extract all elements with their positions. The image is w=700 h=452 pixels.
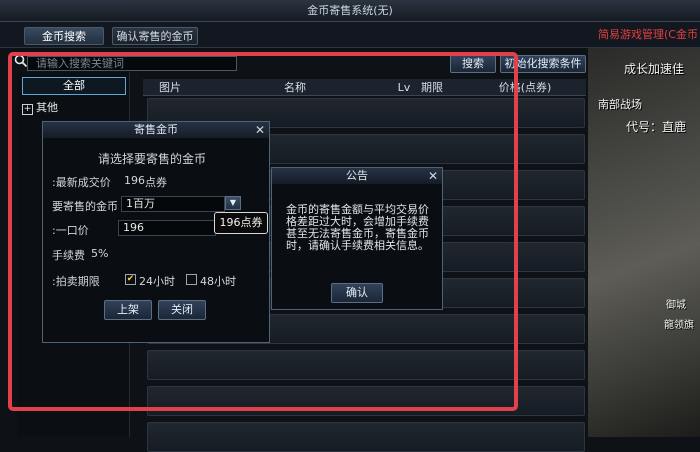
game-text-battlefield: 南部战场	[598, 98, 642, 111]
game-text-city: 御城	[666, 300, 686, 311]
game-text-codename: 代号：直鹿	[626, 120, 687, 134]
game-text-dragon: 龍领旗	[664, 320, 694, 331]
tab-gold-search[interactable]: 金币搜索	[24, 27, 104, 45]
tab-confirm-consigned-gold[interactable]: 确认寄售的金币	[112, 27, 198, 45]
window-title: 金币寄售系统(无)	[0, 0, 700, 22]
tab-bar	[0, 22, 700, 48]
game-text-growth: 成长加速佳	[624, 62, 685, 76]
table-row[interactable]	[147, 422, 585, 452]
top-red-notice: 简易游戏管理(C金币	[598, 28, 698, 41]
annotation-frame	[8, 52, 518, 411]
